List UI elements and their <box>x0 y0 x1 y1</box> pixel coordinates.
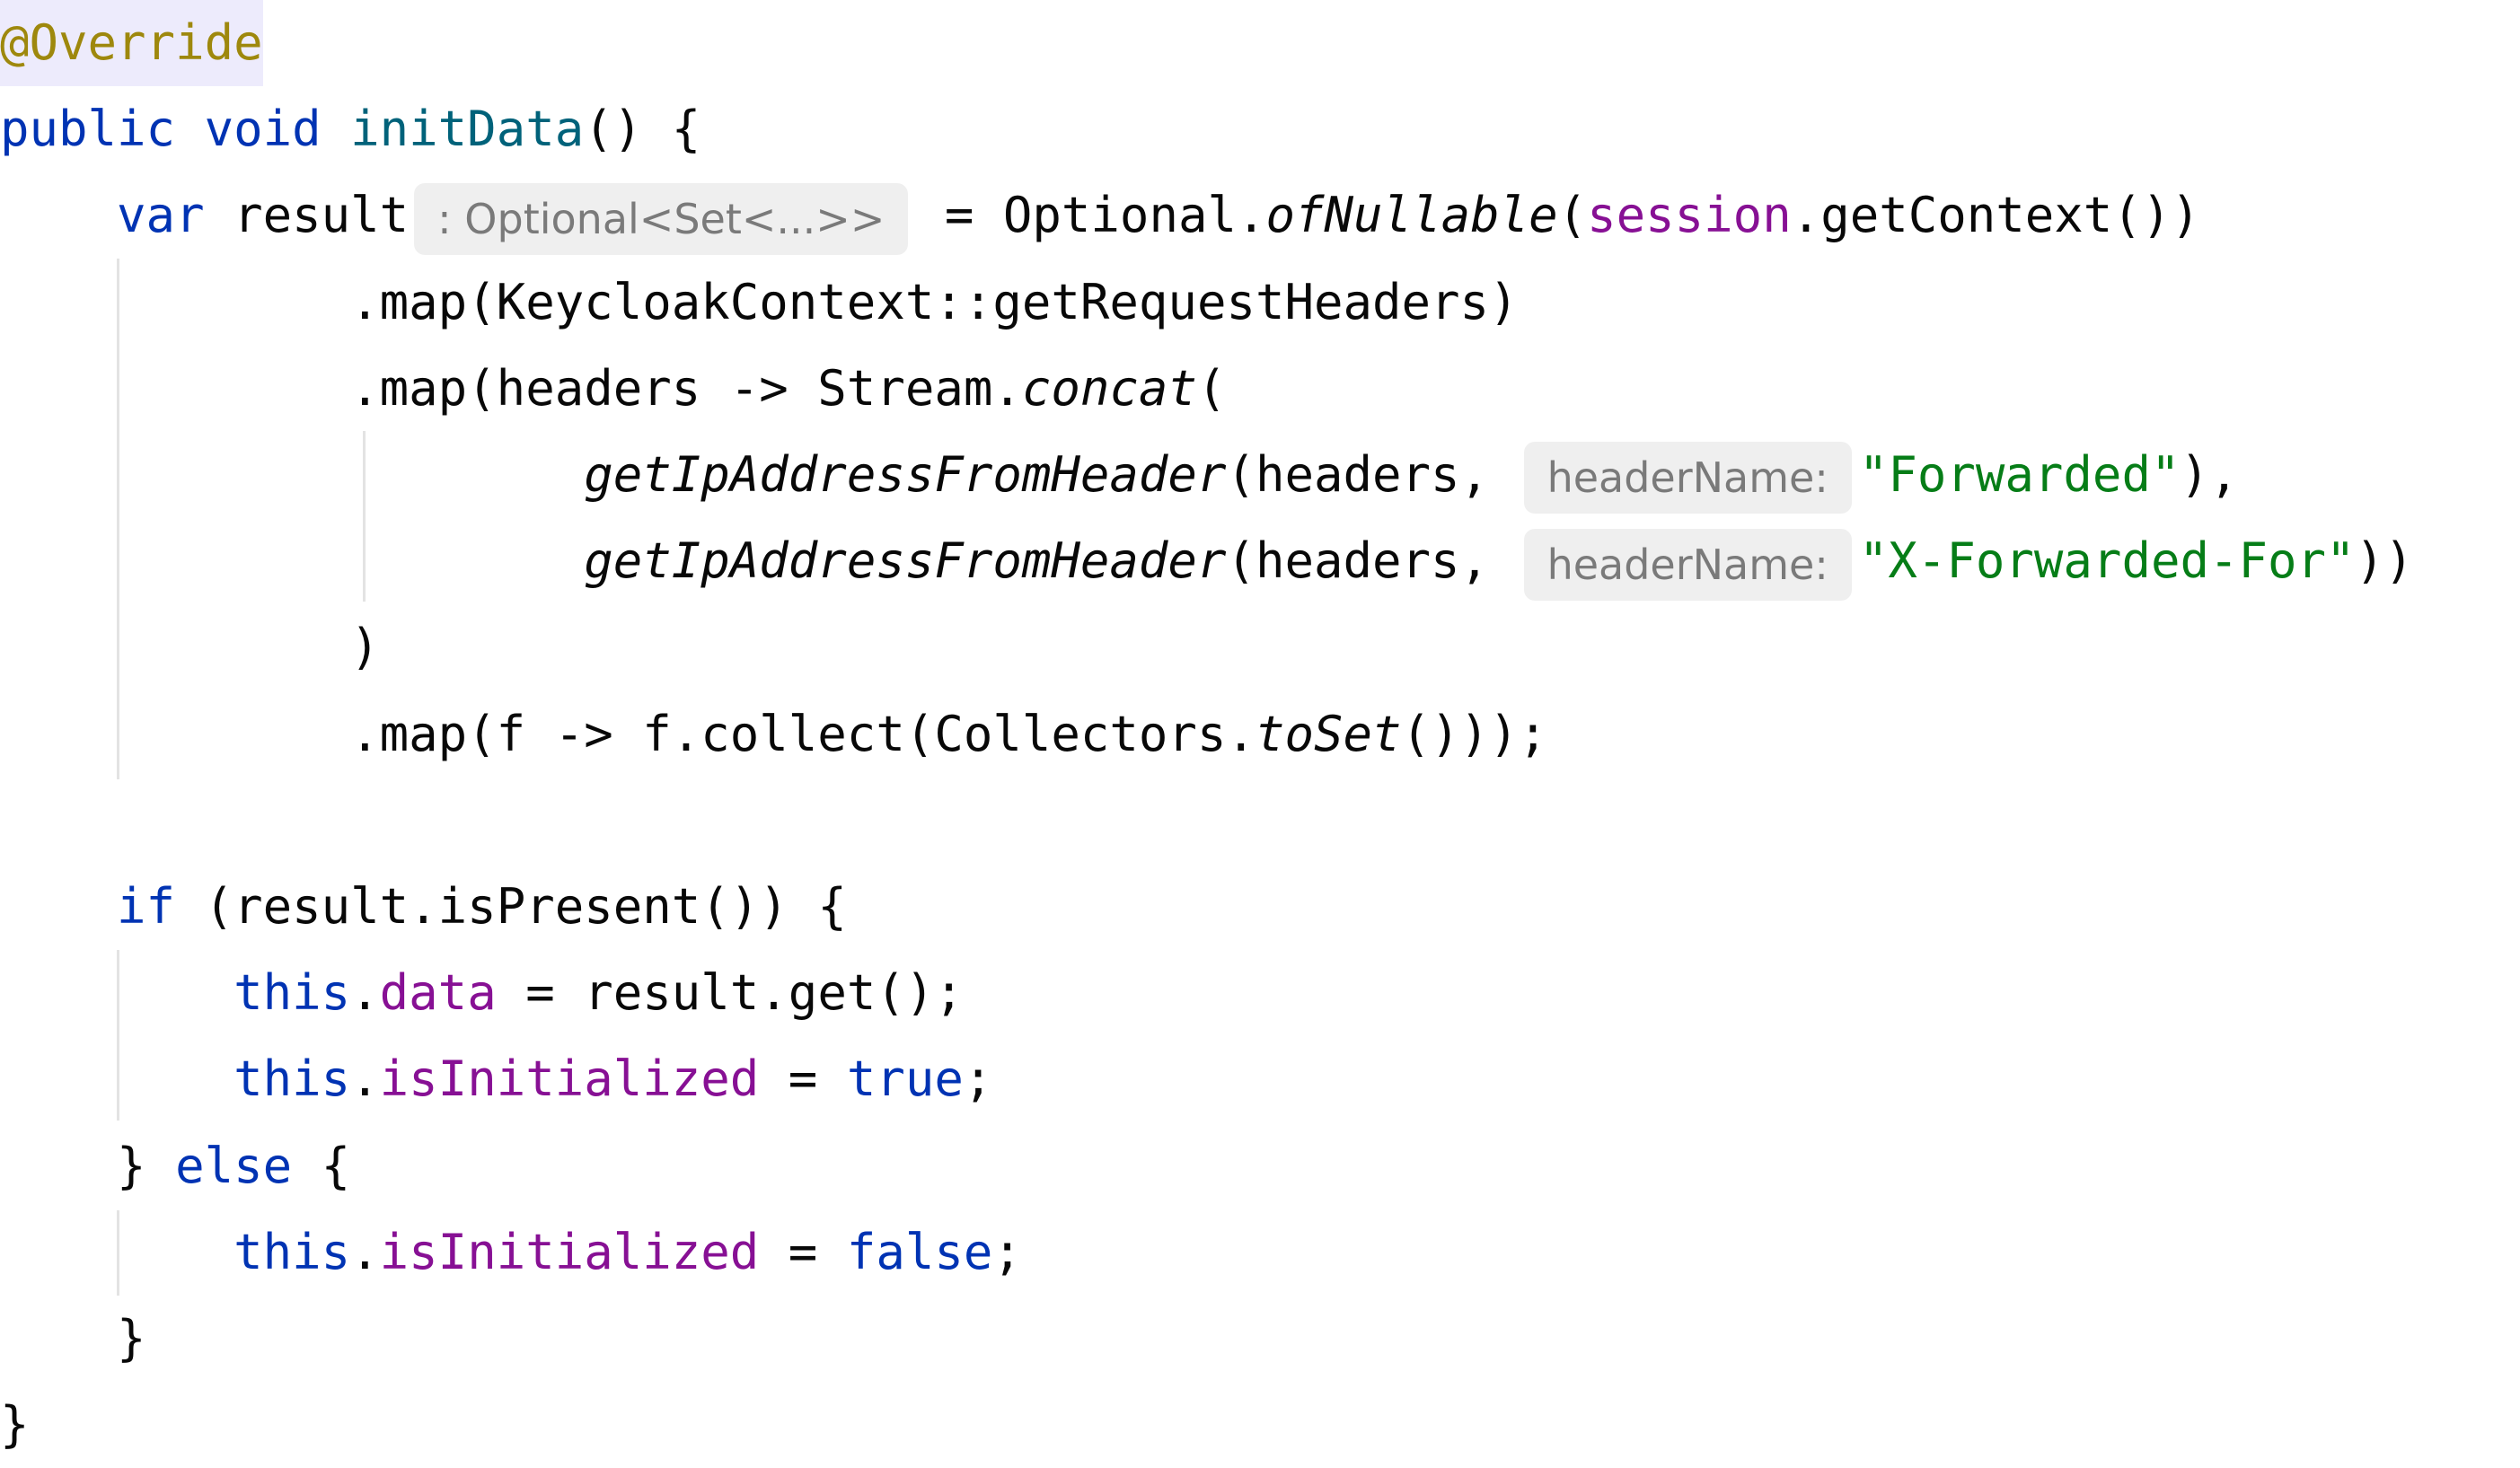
code-token: this <box>233 1223 351 1280</box>
code-token: (result.isPresent()) { <box>175 878 847 935</box>
code-token: true <box>846 1050 964 1108</box>
code-line[interactable]: } <box>0 1382 30 1468</box>
code-token: .map(KeycloakContext::getRequestHeaders) <box>0 273 1519 330</box>
code-token: () { <box>584 101 701 158</box>
code-token: "Forwarded" <box>1858 446 2181 503</box>
code-token: getIpAddressFromHeader <box>584 446 1227 503</box>
code-token: = <box>759 1050 847 1108</box>
code-token: data <box>379 964 497 1022</box>
code-line[interactable]: this.isInitialized = true; <box>0 1036 992 1122</box>
code-token: concat <box>1021 359 1197 417</box>
code-token: this <box>233 1050 351 1108</box>
code-token: ), <box>2180 446 2239 503</box>
code-token: { <box>292 1137 351 1194</box>
code-token: ())); <box>1401 705 1548 762</box>
code-line[interactable]: if (result.isPresent()) { <box>0 864 847 950</box>
code-token: (headers, <box>1226 446 1519 503</box>
code-token: public void <box>0 101 351 158</box>
code-token: . <box>350 964 380 1022</box>
code-token: } <box>0 1137 176 1194</box>
code-token: } <box>0 1310 146 1367</box>
code-line[interactable]: var result: Optional<Set<...>> = Optiona… <box>0 172 2200 259</box>
code-line[interactable]: .map(f -> f.collect(Collectors.toSet()))… <box>0 691 1547 778</box>
code-token: ofNullable <box>1265 187 1558 244</box>
code-token: .map(headers -> Stream. <box>0 359 1022 417</box>
code-token: .map(f -> f.collect(Collectors. <box>0 705 1256 762</box>
code-token: )) <box>2355 532 2414 590</box>
code-token: getIpAddressFromHeader <box>584 532 1227 590</box>
code-editor[interactable]: @Override public void initData() { var re… <box>0 0 2520 1467</box>
code-line[interactable]: } <box>0 1296 146 1382</box>
code-token: = Optional. <box>915 187 1266 244</box>
code-token: this <box>233 964 351 1022</box>
code-token: else <box>175 1137 293 1194</box>
code-line[interactable]: this.data = result.get(); <box>0 950 964 1036</box>
code-token: } <box>0 1396 30 1454</box>
code-token: result <box>204 187 410 244</box>
code-line[interactable]: getIpAddressFromHeader(headers, headerNa… <box>0 432 2239 518</box>
code-line[interactable]: } else { <box>0 1123 350 1209</box>
inlay-hint: headerName: <box>1523 528 1852 601</box>
code-token: ( <box>1196 359 1227 417</box>
inlay-hint: headerName: <box>1523 442 1852 514</box>
code-line[interactable]: .map(headers -> Stream.concat( <box>0 346 1226 432</box>
code-token: "X-Forwarded-For" <box>1858 532 2356 590</box>
inlay-hint: : Optional<Set<...>> <box>414 182 909 255</box>
code-token: false <box>846 1223 993 1280</box>
code-line[interactable]: getIpAddressFromHeader(headers, headerNa… <box>0 518 2414 604</box>
code-line[interactable]: ) <box>0 604 380 690</box>
code-token: isInitialized <box>379 1050 760 1108</box>
code-line[interactable]: .map(KeycloakContext::getRequestHeaders) <box>0 259 1519 346</box>
code-token: isInitialized <box>379 1223 760 1280</box>
code-token: . <box>350 1223 380 1280</box>
code-token: ) <box>0 619 380 676</box>
code-token: = result.get(); <box>496 964 964 1022</box>
code-token: session <box>1587 187 1792 244</box>
code-token: = <box>759 1223 847 1280</box>
code-token: @Override <box>0 0 263 86</box>
code-token: if <box>117 878 176 935</box>
code-token: initData <box>350 101 585 158</box>
code-token: toSet <box>1255 705 1402 762</box>
code-token: var <box>117 187 205 244</box>
code-token: .getContext()) <box>1791 187 2200 244</box>
code-token: ; <box>963 1050 993 1108</box>
code-token: ; <box>992 1223 1022 1280</box>
code-line[interactable]: public void initData() { <box>0 86 700 172</box>
code-line[interactable]: this.isInitialized = false; <box>0 1209 1022 1296</box>
code-token: ( <box>1557 187 1588 244</box>
code-token: . <box>350 1050 380 1108</box>
code-line[interactable]: @Override <box>0 0 263 86</box>
code-token: (headers, <box>1226 532 1519 590</box>
